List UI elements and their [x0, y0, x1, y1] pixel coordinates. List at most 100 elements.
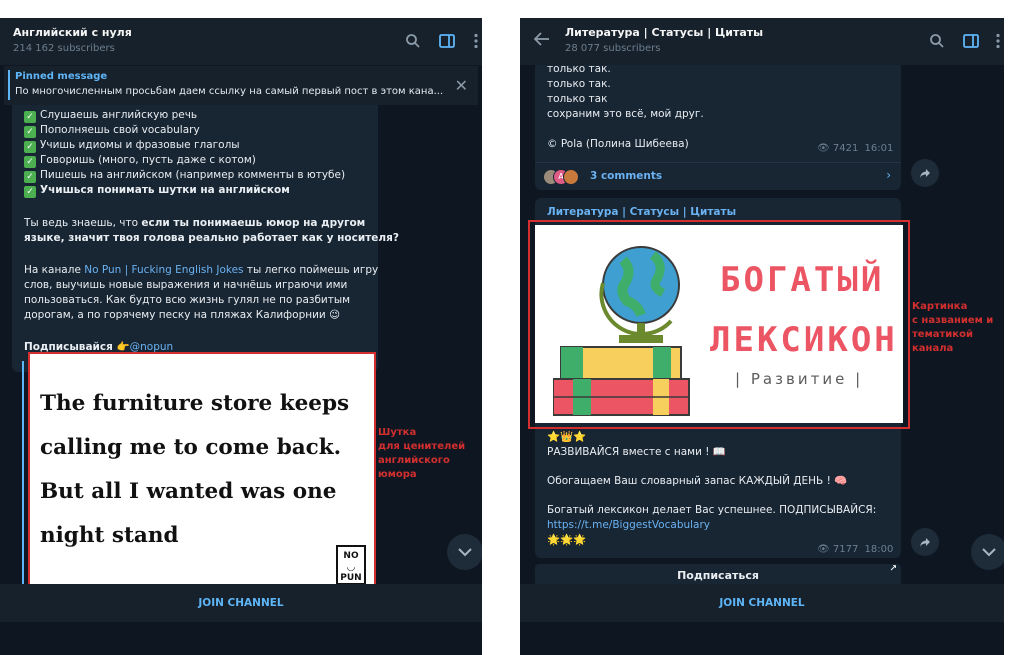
checklist-item: Слушаешь английскую речь	[40, 109, 198, 121]
post-text: дорогам, а по горячему песку на пляжах К…	[24, 309, 341, 321]
open-link-icon: ↗	[889, 564, 897, 574]
checklist-item: Говоришь (много, пусть даже с котом)	[40, 154, 256, 166]
checklist-item: Учишься понимать шутки на английском	[40, 184, 290, 196]
footer-strip	[520, 622, 1004, 655]
globe-books-illustration	[553, 246, 690, 416]
pinned-text: По многочисленным просьбам даем ссылку н…	[15, 86, 444, 97]
channel-title[interactable]: Английский с нуля	[13, 26, 132, 39]
post-text: пользоваться. Как будто всю жизнь гулял …	[24, 294, 351, 306]
annotation-line: для ценителей	[378, 441, 466, 452]
checklist-item: Пополняешь свой vocabulary	[40, 124, 200, 136]
annotation-joke: Шутка для ценителей английского юмора	[378, 426, 482, 482]
joke-line: calling me to come back.	[40, 435, 342, 460]
post-line: только так.	[547, 78, 611, 90]
post-text: РАЗВИВАЙСЯ вместе с нами ! 📖	[547, 446, 726, 458]
nopun-badge-top: NO	[343, 551, 359, 561]
chat-header: Литература | Статусы | Цитаты 28 077 sub…	[520, 18, 1004, 65]
subscribe-button[interactable]: Подписаться ↗	[535, 564, 901, 586]
lexicon-title-line2: ЛЕКСИКОН	[710, 320, 898, 360]
channel-title[interactable]: Литература | Статусы | Цитаты	[565, 26, 763, 39]
lexicon-title-line1: БОГАТЫЙ	[720, 260, 885, 300]
views-count: 7177	[832, 544, 859, 555]
annotation-line: с названием и	[912, 315, 994, 326]
eye-icon: 👁	[817, 544, 830, 555]
post-author: © Pola (Полина Шибеева)	[547, 138, 689, 150]
joke-line: But all I wanted was one	[40, 479, 337, 504]
subscriber-count: 28 077 subscribers	[565, 43, 661, 54]
share-button[interactable]	[911, 528, 939, 556]
back-arrow-icon[interactable]	[533, 30, 550, 51]
stars-emoji: ⭐👑⭐	[547, 431, 587, 443]
post-text: слов, выучишь новые выражения и начнёшь …	[24, 279, 348, 291]
check-icon: ✓	[24, 111, 36, 123]
post-text-bold: языке, значит твоя голова реально работа…	[24, 232, 399, 244]
pinned-indicator	[8, 70, 10, 100]
join-channel-button[interactable]: JOIN CHANNEL	[719, 597, 804, 609]
scroll-down-button[interactable]	[447, 534, 482, 570]
annotation-line: Шутка	[378, 427, 417, 438]
forward-indicator	[22, 361, 24, 601]
annotation-line: тематикой канала	[912, 329, 973, 354]
previous-post: только так. только так. только так сохра…	[535, 48, 901, 190]
join-channel-button[interactable]: JOIN CHANNEL	[198, 597, 283, 609]
vocabulary-link[interactable]: https://t.me/BiggestVocabulary	[547, 518, 876, 533]
joke-line: night stand	[40, 523, 179, 548]
post-text: ты легко поймешь игру	[243, 264, 379, 276]
post-channel-name[interactable]: Литература | Статусы | Цитаты	[547, 205, 736, 220]
sidebar-toggle-icon[interactable]	[438, 32, 456, 50]
check-icon: ✓	[24, 141, 36, 153]
nopun-badge-bottom: PUN	[340, 573, 362, 583]
post-text: Обогащаем Ваш словарный запас КАЖДЫЙ ДЕН…	[547, 475, 848, 487]
subscribe-button-label: Подписаться	[677, 568, 759, 582]
search-icon[interactable]	[928, 32, 946, 50]
post-time: 16:01	[864, 143, 894, 154]
channel-post: ✓ Слушаешь английскую речь ✓ Пополняешь св…	[12, 100, 399, 372]
chat-header: Английский с нуля 214 162 subscribers	[0, 18, 482, 65]
views-count: 7421	[832, 143, 859, 154]
join-channel-bar[interactable]: JOIN CHANNEL	[0, 584, 482, 622]
close-icon[interactable]: ✕	[455, 76, 468, 95]
comments-link[interactable]: 3 comments	[590, 169, 662, 184]
checklist-item: Учишь идиомы и фразовые глаголы	[40, 139, 240, 151]
more-options-icon[interactable]	[989, 32, 1004, 50]
subscriber-count: 214 162 subscribers	[13, 43, 115, 54]
post-text: Богатый лексикон делает Вас успешнее. ПО…	[547, 504, 877, 516]
check-icon: ✓	[24, 186, 36, 198]
scroll-down-button[interactable]	[971, 534, 1004, 570]
sidebar-toggle-icon[interactable]	[962, 32, 980, 50]
post-meta: 👁 7421 16:01	[817, 141, 893, 156]
post-text-bold: если ты понимаешь юмор на другом	[141, 217, 366, 229]
left-channel-window: ✓ Слушаешь английскую речь ✓ Пополняешь св…	[0, 18, 482, 655]
comments-row[interactable]: A 3 comments ›	[535, 162, 901, 190]
post-line: сохраним это всё, мой друг.	[547, 108, 704, 120]
footer-strip	[0, 622, 482, 655]
joke-text: The furniture store keeps calling me to …	[40, 382, 349, 558]
chevron-right-icon: ›	[886, 168, 891, 182]
smile-icon: ◡	[347, 562, 355, 573]
annotation-picture: Картинка с названием и тематикой канала	[912, 300, 1004, 356]
post-meta: 👁 7177 18:00	[817, 542, 893, 557]
joke-line: The furniture store keeps	[40, 391, 350, 416]
post-line: только так	[547, 93, 608, 105]
join-channel-bar[interactable]: JOIN CHANNEL	[520, 584, 1004, 622]
nopun-logo: NO ◡ PUN	[336, 545, 366, 585]
pinned-label: Pinned message	[15, 71, 108, 82]
eye-icon: 👁	[817, 143, 830, 154]
share-button[interactable]	[911, 159, 939, 187]
more-options-icon[interactable]	[467, 32, 482, 50]
lexicon-subtitle: | Развитие |	[735, 370, 864, 388]
joke-image[interactable]: The furniture store keeps calling me to …	[28, 352, 376, 593]
post-time: 18:00	[864, 544, 894, 555]
annotation-line: английского юмора	[378, 455, 450, 480]
nopun-channel-link[interactable]: No Pun | Fucking English Jokes	[84, 264, 243, 276]
right-channel-window: только так. только так. только так сохра…	[520, 18, 1004, 655]
checklist-item: Пишешь на английском (например комменты …	[40, 169, 346, 181]
check-icon: ✓	[24, 156, 36, 168]
search-icon[interactable]	[404, 32, 422, 50]
check-icon: ✓	[24, 126, 36, 138]
post-text: На канале	[24, 264, 85, 276]
lexicon-image[interactable]: БОГАТЫЙ ЛЕКСИКОН | Развитие |	[535, 225, 903, 423]
pinned-message-bar[interactable]: Pinned message По многочисленным просьба…	[4, 65, 478, 105]
avatar	[563, 169, 579, 185]
annotation-line: Картинка	[912, 301, 968, 312]
